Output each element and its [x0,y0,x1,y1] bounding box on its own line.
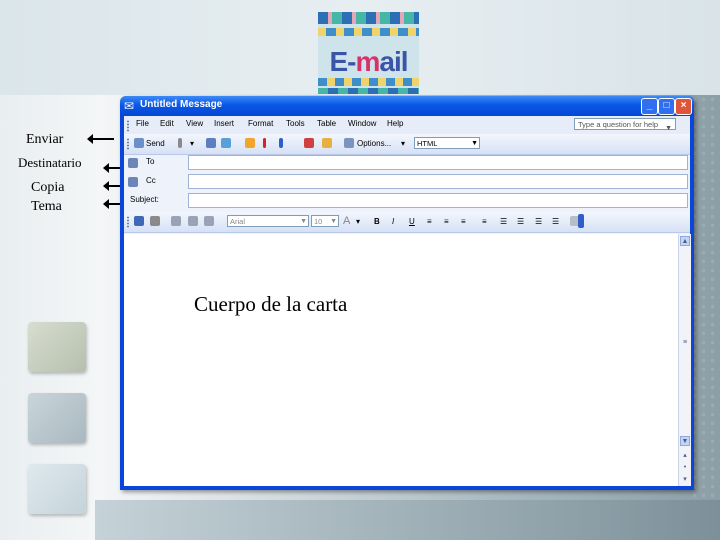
address-book-icon[interactable] [206,138,216,148]
email-logo: E-mail [318,12,419,94]
subject-row: Subject: [124,192,690,211]
align-left-icon[interactable]: ≡ [427,215,432,228]
copy-icon[interactable] [188,216,198,226]
subject-label: Subject: [130,195,159,204]
window-title: Untitled Message [140,99,223,110]
scroll-grip-icon[interactable]: ≡ [680,337,690,347]
attach-icon[interactable] [178,138,182,148]
paste-icon[interactable] [204,216,214,226]
chevron-down-icon[interactable]: ▼ [330,216,337,227]
menu-help[interactable]: Help [387,119,403,128]
align-center-icon[interactable]: ≡ [444,215,449,228]
cc-button[interactable]: Cc [146,176,156,185]
arrow-send [87,134,114,144]
save-icon[interactable] [134,216,144,226]
select-browse-object-icon[interactable]: • [680,462,690,472]
help-search-input[interactable]: Type a question for help ▼ [574,118,676,132]
flag-icon[interactable] [304,138,314,148]
toolbar-grip[interactable] [127,138,129,150]
annotation-recipient: Destinatario [18,155,82,170]
annotation-copy: Copia [31,180,65,195]
bullets-icon[interactable]: ☰ [517,215,524,228]
menu-window[interactable]: Window [348,119,376,128]
menu-bar: File Edit View Insert Format Tools Table… [124,116,690,135]
underline-button[interactable]: U [409,215,415,228]
options-icon [344,138,354,148]
menu-file[interactable]: File [136,119,149,128]
increase-indent-icon[interactable]: ☰ [552,215,559,228]
chevron-down-icon[interactable]: ▼ [471,138,478,149]
font-color-icon[interactable]: A [343,215,350,228]
message-window: ✉ Untitled Message _ □ × File Edit View … [120,96,694,490]
bold-button[interactable]: B [374,215,380,228]
menu-insert[interactable]: Insert [214,119,234,128]
chevron-down-icon[interactable]: ▾ [401,137,405,150]
close-button[interactable]: × [675,98,692,115]
permission-icon[interactable] [322,138,332,148]
print-icon[interactable] [150,216,160,226]
menu-grip[interactable] [127,120,129,132]
logo-text: E-mail [329,46,408,77]
decrease-indent-icon[interactable]: ☰ [535,215,542,228]
envelope-icon: ✉ [124,99,135,113]
maximize-button[interactable]: □ [658,98,675,115]
chevron-down-icon[interactable]: ▾ [190,137,194,150]
decorative-square [28,322,86,372]
scroll-down-icon[interactable]: ▼ [680,436,690,446]
scroll-up-icon[interactable]: ▲ [680,236,690,246]
slide-dot-pattern [690,95,720,540]
to-row: To [124,154,690,173]
font-size-select[interactable]: 10 ▼ [311,215,339,227]
subject-field[interactable] [188,193,688,208]
menu-format[interactable]: Format [248,119,273,128]
previous-page-icon[interactable]: ▴ [680,450,690,460]
chevron-down-icon[interactable]: ▾ [356,215,360,228]
standard-toolbar: Send ▾ Options... ▾ HTML ▼ [124,134,690,155]
minimize-button[interactable]: _ [641,98,658,115]
cc-field[interactable] [188,174,688,189]
menu-table[interactable]: Table [317,119,336,128]
menu-tools[interactable]: Tools [286,119,305,128]
line-spacing-icon[interactable]: ≡ [482,215,487,228]
vertical-scrollbar[interactable]: ▲ ≡ ▼ ▴ • ▾ [678,234,691,486]
next-page-icon[interactable]: ▾ [680,474,690,484]
address-book-icon [128,177,138,187]
window-client: File Edit View Insert Format Tools Table… [124,116,691,486]
signature-icon[interactable] [245,138,255,148]
decorative-square [28,464,86,514]
address-book-icon [128,158,138,168]
toolbar-grip[interactable] [127,216,129,228]
low-importance-icon[interactable] [279,138,283,148]
options-button[interactable]: Options... [357,137,391,150]
check-names-icon[interactable] [221,138,231,148]
message-body-text: Cuerpo de la carta [194,292,348,316]
annotation-subject: Tema [31,199,62,214]
title-bar[interactable]: ✉ Untitled Message _ □ × [120,96,694,116]
message-format-select[interactable]: HTML ▼ [414,137,480,149]
numbering-icon[interactable]: ☰ [500,215,507,228]
send-icon [134,138,144,148]
toolbar-options-icon[interactable] [578,214,584,228]
annotation-send: Enviar [26,132,64,147]
decorative-square [28,393,86,443]
align-right-icon[interactable]: ≡ [461,215,466,228]
to-button[interactable]: To [146,157,154,166]
chevron-down-icon[interactable]: ▼ [300,216,307,227]
to-field[interactable] [188,155,688,170]
formatting-toolbar: Arial ▼ 10 ▼ A ▾ B I U ≡ ≡ ≡ ≡ ☰ ☰ ☰ ☰ [124,212,690,233]
italic-button[interactable]: I [392,215,394,228]
font-select[interactable]: Arial ▼ [227,215,309,227]
slide-bottom-band [95,500,720,540]
message-body-editor[interactable]: Cuerpo de la carta [124,234,678,486]
menu-view[interactable]: View [186,119,203,128]
cc-row: Cc [124,173,690,192]
cut-icon[interactable] [171,216,181,226]
send-button[interactable]: Send [146,137,165,150]
high-importance-icon[interactable] [263,138,266,148]
menu-edit[interactable]: Edit [160,119,174,128]
